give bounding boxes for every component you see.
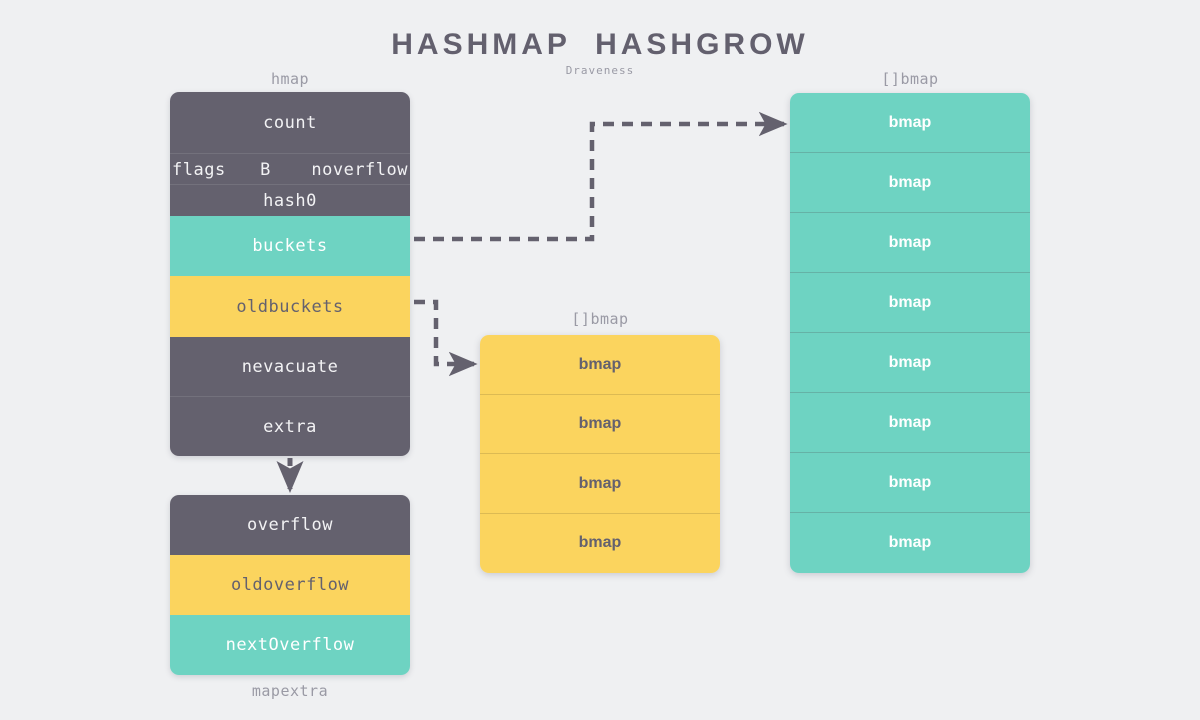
- hmap-field-noverflow: noverflow: [311, 159, 408, 180]
- new-bmap-cell: bmap: [790, 93, 1030, 153]
- hmap-field-extra: extra: [170, 397, 410, 456]
- hmap-field-count: count: [170, 92, 410, 154]
- new-bmap-array: bmap bmap bmap bmap bmap bmap bmap bmap: [790, 93, 1030, 573]
- old-bmap-cell: bmap: [480, 335, 720, 395]
- new-bmap-cell: bmap: [790, 513, 1030, 573]
- page-subtitle: Draveness: [565, 64, 635, 77]
- hmap-field-nevacuate: nevacuate: [170, 337, 410, 397]
- new-bmap-cell: bmap: [790, 333, 1030, 393]
- mapextra-caption: mapextra: [251, 682, 329, 700]
- mapextra-field-overflow: overflow: [170, 495, 410, 555]
- new-bmap-cell: bmap: [790, 153, 1030, 213]
- new-bmap-cell: bmap: [790, 393, 1030, 453]
- old-bmap-cell: bmap: [480, 513, 720, 573]
- old-bmap-array-caption: []bmap: [571, 310, 629, 328]
- hmap-field-hash0: hash0: [170, 185, 410, 216]
- new-bmap-array-caption: []bmap: [881, 70, 939, 88]
- page-title: HASHMAP HASHGROW: [391, 28, 809, 61]
- new-bmap-cell: bmap: [790, 213, 1030, 273]
- edge-buckets-to-new-bmap: [414, 111, 788, 242]
- mapextra-field-oldoverflow: oldoverflow: [170, 555, 410, 615]
- hmap-struct: count flags B noverflow hash0 buckets ol…: [170, 92, 410, 456]
- mapextra-struct: overflow oldoverflow nextOverflow: [170, 495, 410, 675]
- edge-oldbuckets-to-old-bmap: [414, 299, 478, 377]
- old-bmap-array: bmap bmap bmap bmap: [480, 335, 720, 573]
- mapextra-field-nextoverflow: nextOverflow: [170, 615, 410, 675]
- old-bmap-cell: bmap: [480, 454, 720, 514]
- new-bmap-cell: bmap: [790, 453, 1030, 513]
- hmap-field-buckets: buckets: [170, 216, 410, 276]
- old-bmap-cell: bmap: [480, 394, 720, 454]
- diagram-canvas: HASHMAP HASHGROW Draveness hmap count fl…: [0, 0, 1200, 720]
- hmap-field-flags: flags: [172, 159, 226, 180]
- hmap-caption: hmap: [270, 70, 310, 88]
- hmap-field-b: B: [260, 159, 271, 180]
- hmap-field-oldbuckets: oldbuckets: [170, 276, 410, 337]
- hmap-field-flags-b-noverflow: flags B noverflow: [170, 154, 410, 185]
- new-bmap-cell: bmap: [790, 273, 1030, 333]
